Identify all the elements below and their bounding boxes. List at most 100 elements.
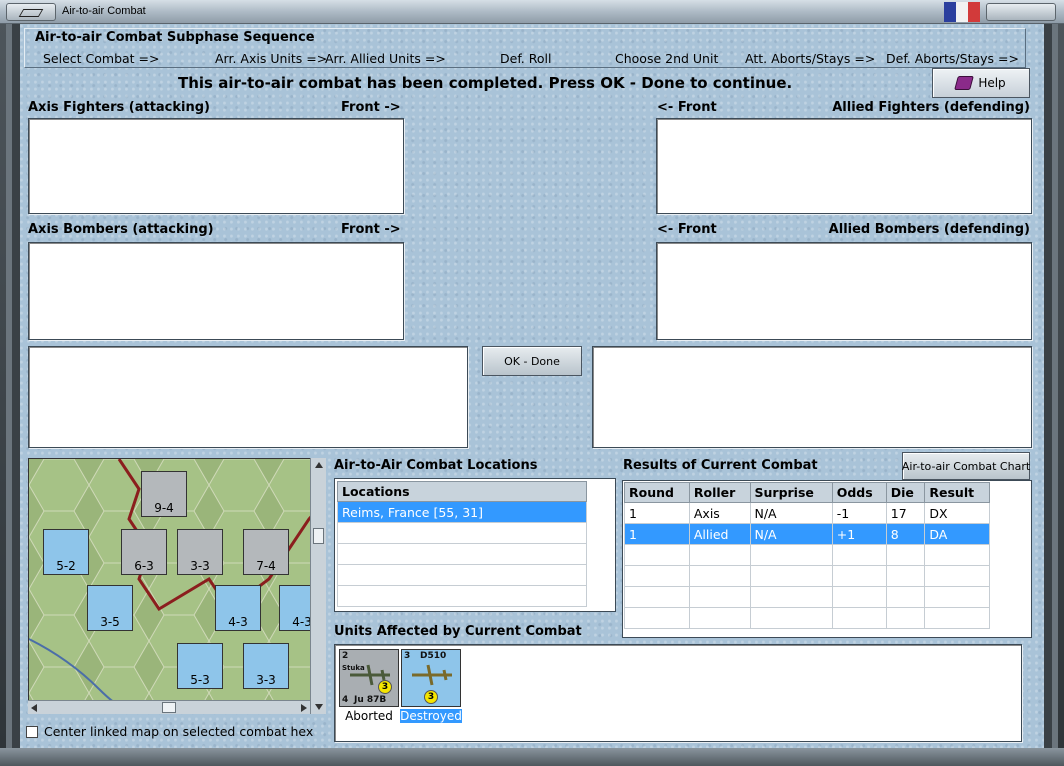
- result-row[interactable]: 1 Axis N/A -1 17 DX: [624, 502, 990, 524]
- map-horizontal-scrollbar[interactable]: [28, 700, 310, 714]
- step-arr-axis-units: Arr. Axis Units =>: [215, 51, 328, 66]
- results-table-frame: Round Roller Surprise Odds Die Result 1 …: [622, 480, 1032, 638]
- subphase-sequence: Air-to-air Combat Subphase Sequence Sele…: [24, 28, 1026, 68]
- locations-header: Locations: [337, 481, 587, 502]
- cell-odds: +1: [831, 523, 887, 545]
- axis-bombers-box[interactable]: [28, 242, 404, 340]
- location-row-empty: [337, 585, 587, 607]
- map-unit-counter[interactable]: 3-3: [177, 529, 223, 575]
- cell-round: 1: [624, 523, 690, 545]
- linked-map[interactable]: 9-4 6-3 5-2 3-3 7-4 3-5 4-3 5-3 3-3 4-3: [28, 458, 326, 714]
- ok-done-button[interactable]: OK - Done: [482, 346, 582, 376]
- axis-result-box: [28, 346, 468, 448]
- unit-badge: 3: [378, 680, 392, 694]
- front-right-label: Front ->: [341, 100, 401, 115]
- cell-die: 8: [885, 523, 926, 545]
- help-label: Help: [978, 76, 1006, 90]
- map-unit-counter[interactable]: 3-5: [87, 585, 133, 631]
- map-unit-strength: 4-3: [228, 615, 248, 629]
- air-combat-chart-button[interactable]: Air-to-air Combat Chart: [902, 452, 1030, 480]
- unit-status-aborted: Aborted: [345, 709, 393, 723]
- map-unit-counter[interactable]: 7-4: [243, 529, 289, 575]
- col-round: Round: [624, 482, 690, 503]
- title-bar: Air-to-air Combat: [0, 0, 1064, 24]
- step-att-aborts-stays: Att. Aborts/Stays =>: [745, 51, 876, 66]
- location-row-empty: [337, 543, 587, 565]
- map-unit-counter[interactable]: 6-3: [121, 529, 167, 575]
- axis-bombers-label: Axis Bombers (attacking): [28, 222, 214, 237]
- map-unit-strength: 7-4: [256, 559, 276, 573]
- map-unit-strength: 3-5: [100, 615, 120, 629]
- map-unit-counter[interactable]: 5-3: [177, 643, 223, 689]
- map-unit-strength: 9-4: [154, 501, 174, 515]
- map-vertical-scrollbar[interactable]: [310, 458, 326, 714]
- air-combat-window: Air-to-air Combat Air-to-air Combat Subp…: [0, 0, 1064, 766]
- map-unit-strength: 6-3: [134, 559, 154, 573]
- step-choose-2nd-unit: Choose 2nd Unit: [615, 51, 719, 66]
- window-controls-button[interactable]: [986, 3, 1056, 21]
- map-unit-counter[interactable]: 4-3: [215, 585, 261, 631]
- unit-card-ju87b[interactable]: 2 Stuka 4 Ju 87B 3: [339, 649, 399, 707]
- axis-fighters-label: Axis Fighters (attacking): [28, 100, 210, 115]
- unit-stat-bottom: 4: [342, 695, 349, 705]
- map-unit-strength: 3-3: [256, 673, 276, 687]
- horizontal-scroll-thumb[interactable]: [162, 702, 176, 713]
- window-frame-bottom: [0, 748, 1064, 766]
- scroll-right-icon[interactable]: [301, 704, 307, 712]
- front-left-label: <- Front: [657, 100, 717, 115]
- main-panel: Air-to-air Combat Subphase Sequence Sele…: [20, 24, 1044, 748]
- allied-bombers-box[interactable]: [656, 242, 1032, 340]
- center-map-checkbox[interactable]: [26, 725, 38, 738]
- unit-card-d510[interactable]: 3 D510 3: [401, 649, 461, 707]
- result-row-empty: [624, 586, 990, 608]
- help-button[interactable]: Help: [932, 68, 1030, 98]
- cell-result: DX: [924, 502, 990, 524]
- unit-name: D510: [420, 651, 447, 661]
- col-odds: Odds: [831, 482, 887, 503]
- center-map-option[interactable]: Center linked map on selected combat hex: [26, 724, 313, 739]
- unit-badge: 3: [424, 690, 438, 704]
- locations-table: Locations Reims, France [55, 31]: [337, 481, 587, 607]
- system-menu-button[interactable]: [6, 3, 56, 21]
- vertical-scroll-thumb[interactable]: [313, 528, 324, 544]
- step-arr-allied-units: Arr. Allied Units =>: [325, 51, 446, 66]
- step-select-combat: Select Combat =>: [43, 51, 160, 66]
- aircraft-icon: [412, 664, 452, 686]
- locations-table-frame: Locations Reims, France [55, 31]: [334, 478, 616, 612]
- allied-fighters-label: Allied Fighters (defending): [832, 100, 1030, 115]
- results-title: Results of Current Combat: [623, 458, 818, 473]
- cell-die: 17: [885, 502, 926, 524]
- result-row-empty: [624, 607, 990, 629]
- scroll-down-icon[interactable]: [315, 704, 323, 710]
- allied-result-box: [592, 346, 1032, 448]
- front-left-label-2: <- Front: [657, 222, 717, 237]
- map-unit-counter[interactable]: 3-3: [243, 643, 289, 689]
- location-row-empty: [337, 522, 587, 544]
- location-row[interactable]: Reims, France [55, 31]: [337, 501, 587, 523]
- result-row[interactable]: 1 Allied N/A +1 8 DA: [624, 523, 990, 545]
- allied-bombers-label: Allied Bombers (defending): [828, 222, 1030, 237]
- axis-fighters-box[interactable]: [28, 118, 404, 214]
- status-message: This air-to-air combat has been complete…: [178, 74, 793, 92]
- help-book-icon: [954, 76, 975, 90]
- col-roller: Roller: [688, 482, 751, 503]
- cell-odds: -1: [831, 502, 887, 524]
- scroll-left-icon[interactable]: [31, 704, 37, 712]
- window-title: Air-to-air Combat: [62, 5, 146, 17]
- location-cell: Reims, France [55, 31]: [337, 501, 587, 523]
- cell-roller: Axis: [688, 502, 751, 524]
- map-unit-strength: 3-3: [190, 559, 210, 573]
- map-unit-counter[interactable]: 5-2: [43, 529, 89, 575]
- allied-fighters-box[interactable]: [656, 118, 1032, 214]
- sequence-title: Air-to-air Combat Subphase Sequence: [35, 30, 315, 45]
- map-unit-strength: 5-2: [56, 559, 76, 573]
- cell-roller: Allied: [688, 523, 751, 545]
- cell-surprise: N/A: [749, 523, 833, 545]
- unit-stat-top: 3: [404, 651, 411, 661]
- location-row-empty: [337, 564, 587, 586]
- units-affected-box: 2 Stuka 4 Ju 87B 3 Aborted 3 D510 3 Dest…: [334, 644, 1022, 742]
- map-unit-counter[interactable]: 9-4: [141, 471, 187, 517]
- scroll-up-icon[interactable]: [315, 462, 323, 468]
- col-surprise: Surprise: [749, 482, 833, 503]
- map-unit-strength: 5-3: [190, 673, 210, 687]
